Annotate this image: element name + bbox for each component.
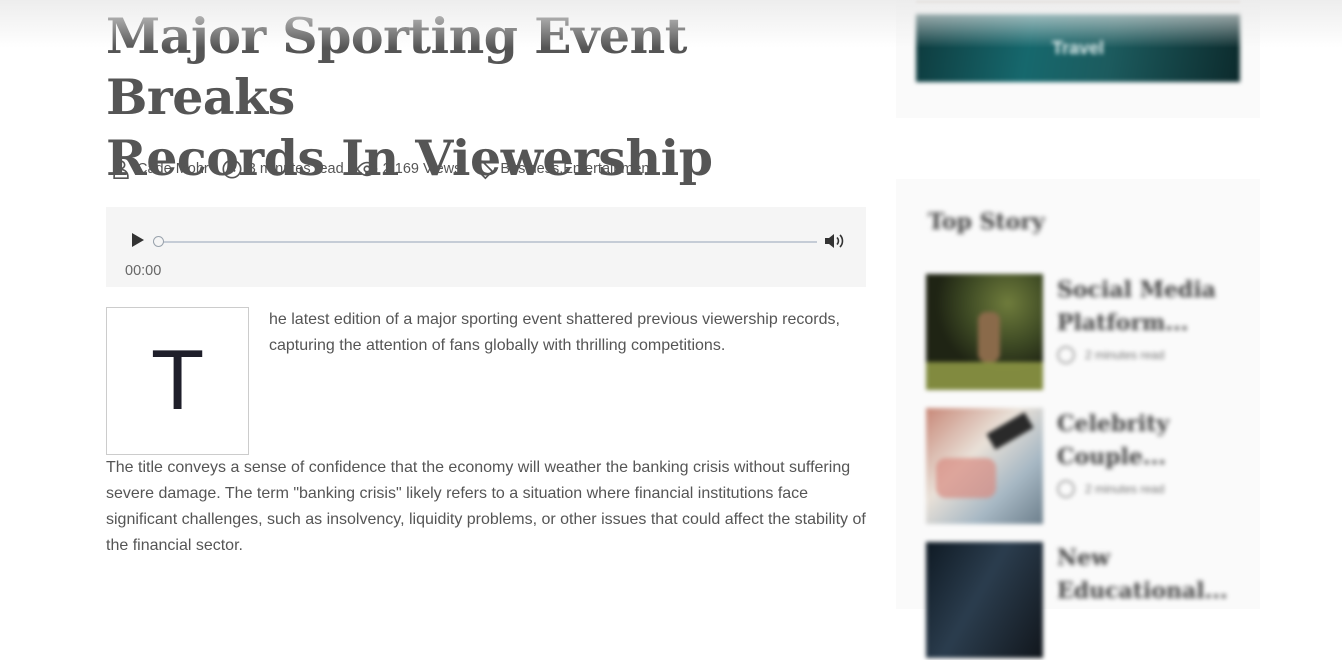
top-story-widget: Top Story Social Media Platform... 2 min… — [896, 179, 1260, 658]
clock-icon — [1057, 346, 1075, 364]
meta-categories[interactable]: Business,Entertainment — [473, 158, 654, 180]
story-meta: 2 minutes read — [1057, 480, 1164, 498]
clock-icon — [1057, 480, 1075, 498]
meta-author[interactable]: Cade Mohr — [110, 158, 209, 180]
title-line-1: Major Sporting Event Breaks — [106, 7, 687, 126]
top-story-heading: Top Story — [928, 209, 1045, 235]
audio-progress-thumb[interactable] — [153, 236, 164, 247]
dropcap-letter: T — [106, 307, 249, 455]
meta-read-time: 3 minutes read — [221, 158, 344, 180]
banner-label: Travel — [1051, 37, 1105, 58]
article-paragraph-2: The title conveys a sense of confidence … — [106, 459, 866, 554]
clock-icon — [222, 159, 242, 179]
story-meta: 2 minutes read — [1057, 346, 1164, 364]
story-item[interactable]: Social Media Platform... 2 minutes read — [926, 274, 1236, 392]
user-icon — [113, 160, 129, 179]
audio-current-time: 00:00 — [125, 263, 162, 279]
sidebar-banner-box: Travel — [896, 0, 1260, 118]
story-title[interactable]: Social Media Platform... — [1057, 274, 1227, 340]
story-thumbnail[interactable] — [926, 274, 1043, 390]
story-item[interactable]: New Educational... — [926, 542, 1236, 660]
tag-icon — [474, 160, 494, 180]
audio-player: 00:00 — [106, 207, 866, 287]
article-meta: Cade Mohr 3 minutes read 2,169 Views Bus… — [110, 157, 666, 181]
story-thumbnail[interactable] — [926, 542, 1043, 658]
story-title[interactable]: New Educational... — [1057, 542, 1228, 608]
volume-icon[interactable] — [824, 231, 848, 251]
audio-progress-track[interactable] — [153, 241, 817, 243]
views-text: 2,169 Views — [382, 161, 462, 177]
article-paragraph-1: he latest edition of a major sporting ev… — [269, 311, 840, 354]
travel-banner[interactable]: Travel — [916, 14, 1240, 82]
eye-icon — [356, 161, 378, 177]
story-read-time: 2 minutes read — [1085, 348, 1165, 362]
story-item[interactable]: Celebrity Couple... 2 minutes read — [926, 408, 1236, 526]
author-name: Cade Mohr — [137, 161, 209, 177]
play-icon[interactable] — [130, 231, 146, 249]
story-thumbnail[interactable] — [926, 408, 1043, 524]
story-title[interactable]: Celebrity Couple... — [1057, 408, 1227, 474]
banner-edge — [916, 0, 1240, 3]
story-read-time: 2 minutes read — [1085, 482, 1165, 496]
categories-text[interactable]: Business,Entertainment — [500, 161, 653, 177]
meta-views: 2,169 Views — [356, 158, 462, 180]
read-time-text: 3 minutes read — [247, 161, 344, 177]
